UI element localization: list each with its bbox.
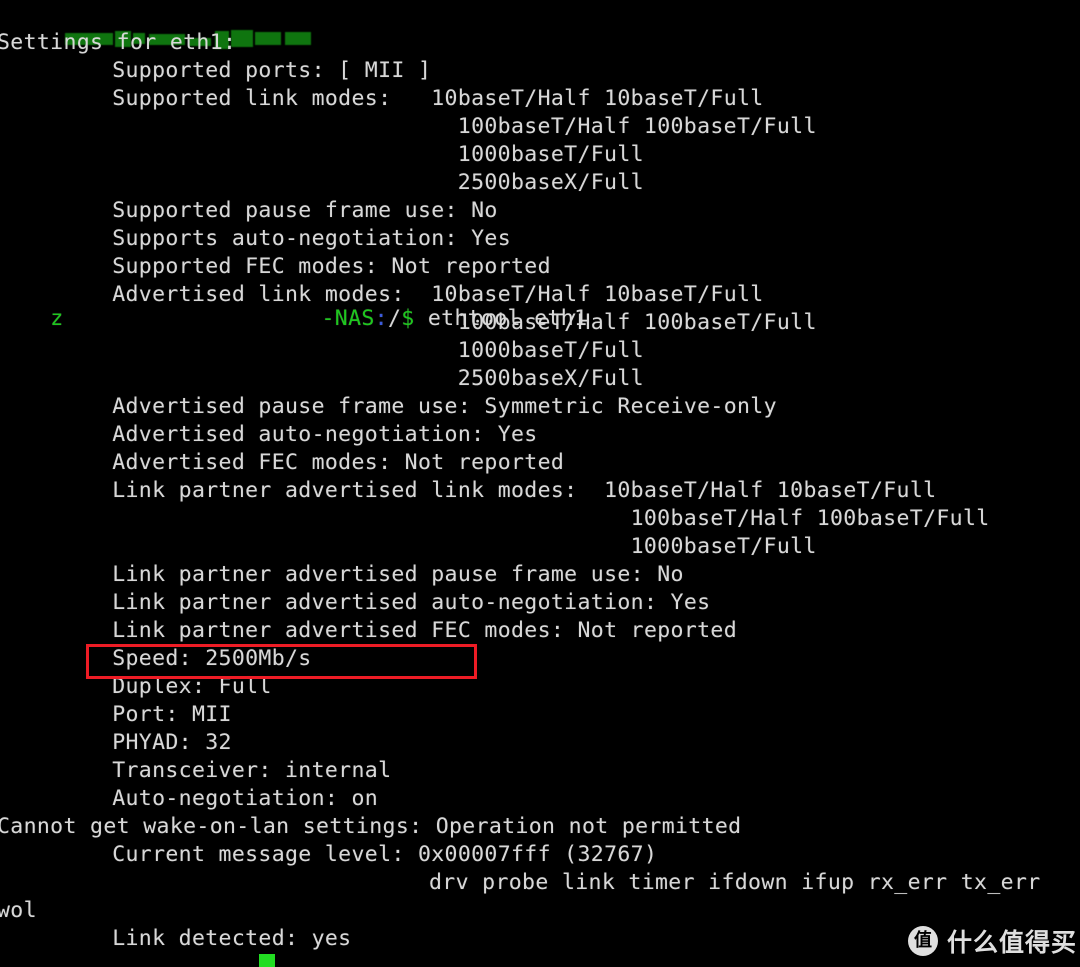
- terminal-line: 1000baseT/Full: [630, 534, 817, 559]
- terminal-line: Link partner advertised FEC modes: Not r…: [112, 618, 738, 643]
- terminal-line: Port: MII: [112, 702, 232, 727]
- prompt-colon: :: [374, 306, 388, 331]
- terminal-line: 100baseT/Half 100baseT/Full: [457, 310, 817, 335]
- terminal-line: Advertised FEC modes: Not reported: [112, 450, 565, 475]
- terminal-line: Supports auto-negotiation: Yes: [112, 226, 512, 251]
- terminal-line: Link partner advertised pause frame use:…: [112, 562, 684, 587]
- terminal-line: PHYAD: 32: [112, 730, 232, 755]
- terminal-line: Link partner advertised link modes: 10ba…: [112, 478, 937, 503]
- terminal-line: 2500baseX/Full: [457, 170, 644, 195]
- terminal-line: 2500baseX/Full: [457, 366, 644, 391]
- watermark-logo-icon: 值: [908, 926, 938, 956]
- terminal-line: wol: [0, 898, 37, 923]
- terminal-line: Supported ports: [ MII ]: [112, 58, 432, 83]
- terminal-line: Transceiver: internal: [112, 758, 392, 783]
- terminal-line: 100baseT/Half 100baseT/Full: [630, 506, 990, 531]
- terminal-line: Supported pause frame use: No: [112, 198, 498, 223]
- terminal-line: Supported FEC modes: Not reported: [112, 254, 551, 279]
- terminal-cursor: [259, 954, 275, 967]
- terminal-line: Advertised link modes: 10baseT/Half 10ba…: [112, 282, 764, 307]
- shell-prompt-line: z -NAS:/$ ethtool eth1: [0, 1, 587, 331]
- terminal-line: drv probe link timer ifdown ifup rx_err …: [429, 870, 1041, 895]
- terminal-line: Current message level: 0x00007fff (32767…: [112, 842, 658, 867]
- terminal-line: 1000baseT/Full: [457, 142, 644, 167]
- prompt-sigil: $: [401, 306, 415, 331]
- terminal-line: Supported link modes: 10baseT/Half 10bas…: [112, 86, 764, 111]
- terminal-line: Cannot get wake-on-lan settings: Operati…: [0, 814, 742, 839]
- terminal-line: Settings for eth1:: [0, 30, 237, 55]
- terminal-window[interactable]: z -NAS:/$ ethtool eth1 Settings for eth1…: [0, 0, 1080, 967]
- terminal-line: Link partner advertised auto-negotiation…: [112, 590, 711, 615]
- terminal-line: Advertised pause frame use: Symmetric Re…: [112, 394, 777, 419]
- watermark-text: 什么值得买: [947, 928, 1078, 957]
- prompt-host: -NAS: [321, 306, 375, 331]
- terminal-line: Link detected: yes: [112, 926, 352, 951]
- next-shell-prompt: z 8mm m /$: [0, 957, 289, 967]
- terminal-line: Auto-negotiation: on: [112, 786, 379, 811]
- terminal-line: 100baseT/Half 100baseT/Full: [457, 114, 817, 139]
- terminal-line: Duplex: Full: [112, 674, 272, 699]
- terminal-line: 1000baseT/Full: [457, 338, 644, 363]
- prompt-command: [415, 306, 428, 331]
- terminal-line: Speed: 2500Mb/s: [112, 646, 312, 671]
- watermark: 值 什么值得买: [908, 923, 1077, 959]
- prompt-user: z: [50, 306, 64, 331]
- terminal-line: Advertised auto-negotiation: Yes: [112, 422, 538, 447]
- prompt-path: /: [387, 306, 402, 331]
